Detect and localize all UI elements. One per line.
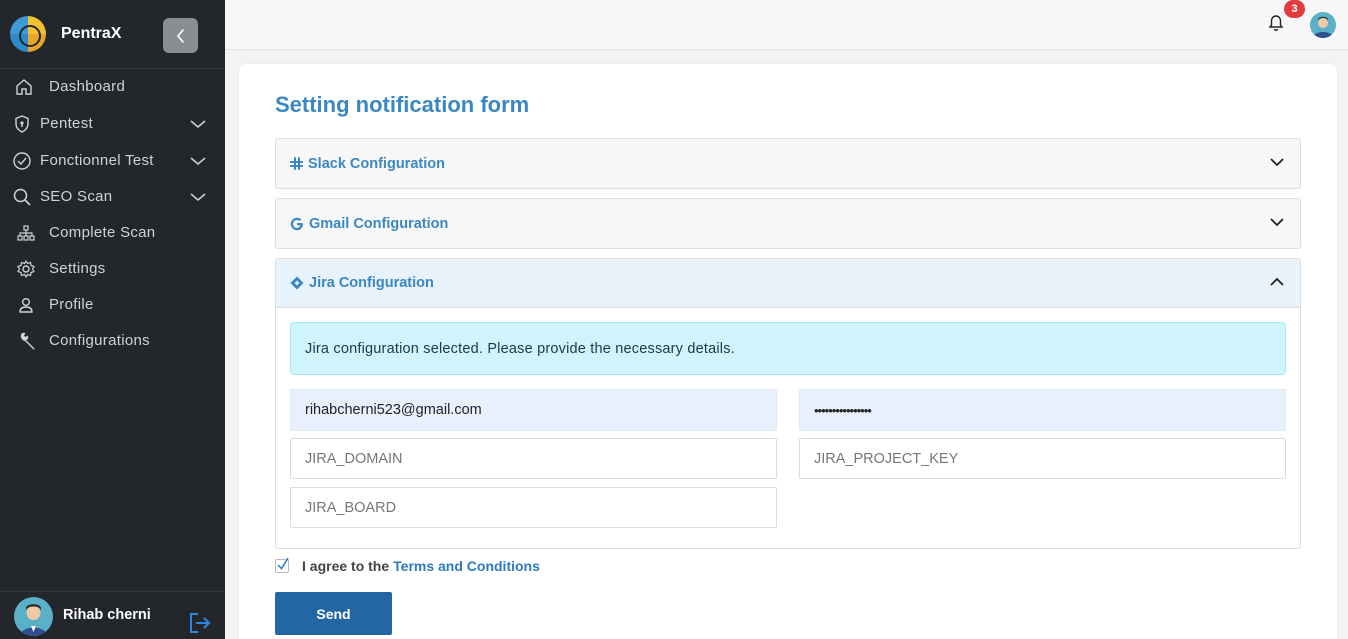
search-icon <box>13 188 31 206</box>
notification-form-card: Setting notification form Slack Configur… <box>239 64 1337 639</box>
sidebar-item-pentest[interactable]: Pentest <box>0 109 225 139</box>
jira-email-field[interactable] <box>290 389 777 431</box>
accordion-jira: Jira Configuration Jira configuration se… <box>275 258 1301 549</box>
sidebar-collapse-button[interactable] <box>163 18 198 53</box>
accordion-title: Gmail Configuration <box>309 215 449 232</box>
chevron-down-icon <box>1270 158 1284 167</box>
jira-token-field[interactable]: •••••••••••••••• <box>799 389 1286 431</box>
sidebar-item-seo-scan[interactable]: SEO Scan <box>0 182 225 212</box>
send-button[interactable]: Send <box>275 592 392 635</box>
sidebar-item-label: Complete Scan <box>49 224 156 241</box>
accordion-header-gmail[interactable]: Gmail Configuration <box>276 199 1300 248</box>
home-icon <box>16 79 32 95</box>
user-icon <box>19 298 33 313</box>
bell-icon[interactable] <box>1268 14 1284 32</box>
accordion-title: Jira Configuration <box>309 275 434 291</box>
chevron-down-icon <box>190 193 206 201</box>
jira-diamond-icon <box>290 276 304 290</box>
jira-project-key-field[interactable] <box>799 438 1286 479</box>
jira-domain-input[interactable] <box>305 450 776 467</box>
slack-icon <box>290 157 303 170</box>
check-circle-icon <box>13 152 31 170</box>
shield-icon <box>15 115 29 133</box>
page-title: Setting notification form <box>275 92 530 117</box>
topbar: 3 <box>225 0 1348 50</box>
avatar[interactable] <box>1310 12 1336 38</box>
chevron-left-icon <box>176 28 184 43</box>
accordion-gmail: Gmail Configuration <box>275 198 1301 249</box>
chevron-down-icon <box>190 120 206 128</box>
jira-token-input[interactable]: •••••••••••••••• <box>814 403 872 418</box>
sidebar-item-complete-scan[interactable]: Complete Scan <box>0 218 225 248</box>
sidebar-item-fonctionnel-test[interactable]: Fonctionnel Test <box>0 146 225 176</box>
wrench-icon <box>20 332 35 350</box>
sidebar-item-label: Pentest <box>40 115 93 132</box>
accordion-title: Slack Configuration <box>308 155 445 172</box>
sidebar-item-label: SEO Scan <box>40 188 113 205</box>
pentrax-logo <box>10 16 46 52</box>
jira-email-input[interactable] <box>305 402 776 418</box>
terms-checkbox[interactable] <box>275 557 289 573</box>
gear-icon <box>17 259 35 279</box>
chevron-up-icon <box>1270 277 1284 286</box>
brand-name: PentraX <box>61 25 122 42</box>
jira-domain-field[interactable] <box>290 438 777 479</box>
jira-project-key-input[interactable] <box>814 450 1285 467</box>
checkmark-icon <box>277 557 289 570</box>
avatar-illustration <box>1313 16 1333 38</box>
sidebar-item-label: Configurations <box>49 332 150 349</box>
accordion-slack: Slack Configuration <box>275 138 1301 189</box>
sidebar-item-label: Settings <box>49 260 106 277</box>
user-name: Rihab cherni <box>63 607 151 623</box>
sidebar-item-settings[interactable]: Settings <box>0 254 225 284</box>
avatar-illustration <box>20 604 47 636</box>
logout-icon[interactable] <box>188 612 212 634</box>
sitemap-icon <box>17 225 35 241</box>
sidebar-item-label: Fonctionnel Test <box>40 152 154 169</box>
sidebar-item-configurations[interactable]: Configurations <box>0 326 225 356</box>
chevron-down-icon <box>190 157 206 165</box>
sidebar-item-profile[interactable]: Profile <box>0 290 225 320</box>
chevron-down-icon <box>1270 218 1284 227</box>
google-icon <box>290 217 303 230</box>
jira-board-input[interactable] <box>305 499 776 516</box>
avatar[interactable] <box>14 597 53 636</box>
terms-agreement: I agree to the Terms and Conditions <box>275 557 540 574</box>
sidebar-item-label: Dashboard <box>49 78 126 95</box>
accordion-header-jira[interactable]: Jira Configuration <box>276 259 1300 308</box>
terms-prefix: I agree to the <box>302 558 390 574</box>
sidebar: PentraX Dashboard Pentest Fonctionnel Te… <box>0 0 225 639</box>
sidebar-footer: Rihab cherni <box>0 591 225 639</box>
sidebar-item-dashboard[interactable]: Dashboard <box>0 72 225 102</box>
terms-link[interactable]: Terms and Conditions <box>393 558 540 574</box>
jira-board-field[interactable] <box>290 487 777 528</box>
accordion-header-slack[interactable]: Slack Configuration <box>276 139 1300 188</box>
jira-info-alert: Jira configuration selected. Please prov… <box>290 322 1286 375</box>
notification-badge: 3 <box>1284 0 1305 18</box>
sidebar-item-label: Profile <box>49 296 94 313</box>
